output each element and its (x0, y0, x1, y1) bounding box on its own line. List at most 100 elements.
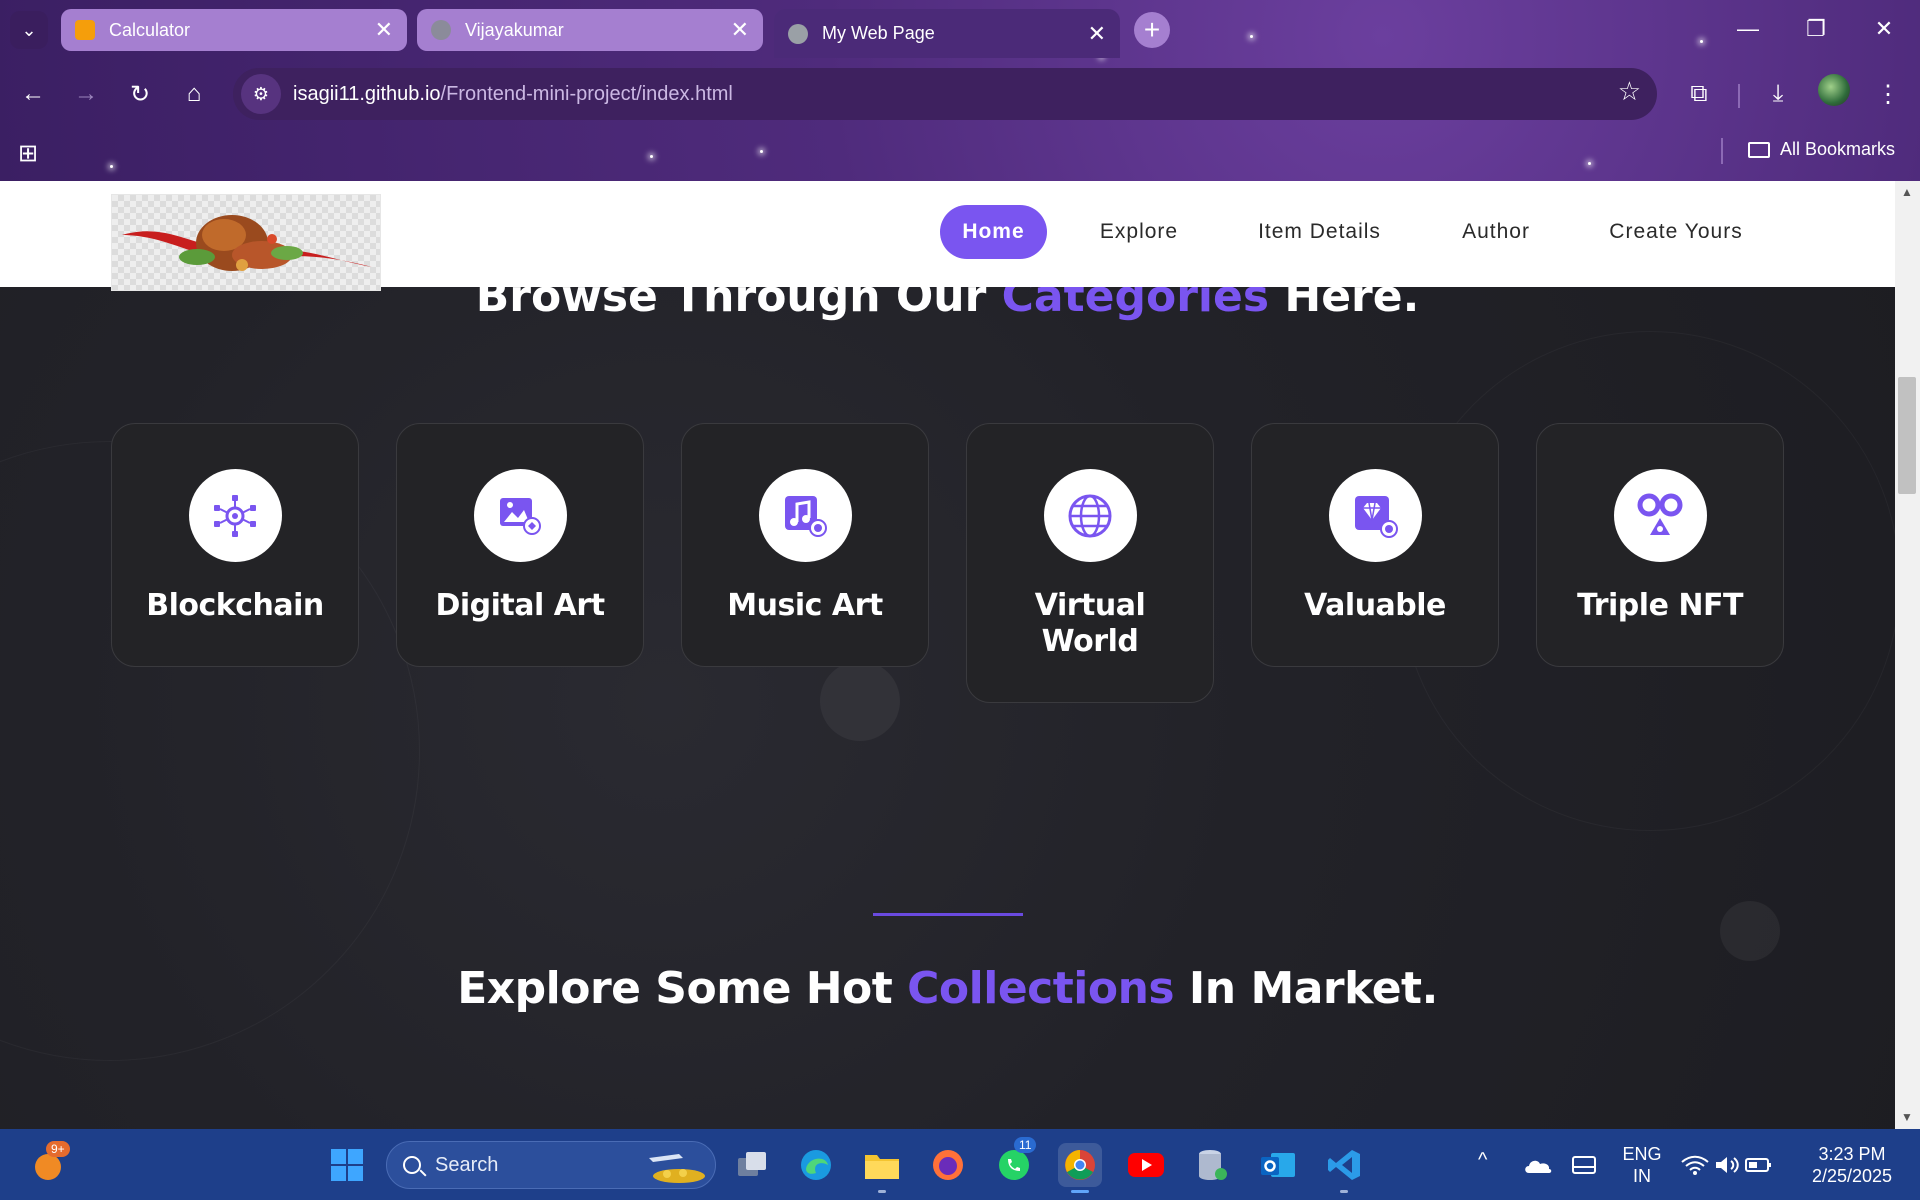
folder-icon (1748, 141, 1770, 158)
music-art-icon (785, 495, 827, 537)
search-icon (403, 1156, 421, 1174)
category-icon-circle (1043, 469, 1137, 562)
running-indicator (1071, 1190, 1089, 1193)
running-indicator (878, 1190, 886, 1193)
file-explorer-icon[interactable] (860, 1143, 904, 1193)
globe-icon (1068, 494, 1112, 537)
category-icon-circle (758, 469, 852, 562)
tab-strip: ⌄ Calculator ✕ Vijayakumar ✕ My Web Page… (0, 0, 1920, 58)
hot-collections-heading: Explore Some Hot Collections In Market. (457, 963, 1438, 1014)
all-bookmarks-button[interactable]: All Bookmarks (1748, 139, 1895, 160)
close-window-button[interactable]: ✕ (1850, 0, 1918, 58)
bookmark-star-icon[interactable]: ☆ (1618, 76, 1641, 107)
running-indicator (1340, 1190, 1348, 1193)
site-logo[interactable] (111, 194, 381, 291)
onedrive-icon[interactable] (1516, 1143, 1560, 1187)
category-label: Music Art (727, 588, 883, 623)
category-icon-circle (188, 469, 282, 562)
new-tab-button[interactable]: + (1134, 12, 1170, 48)
youtube-icon[interactable] (1124, 1143, 1168, 1187)
weather-widget-icon[interactable]: 9+ (26, 1141, 70, 1187)
roast-chicken-logo-image (122, 215, 372, 271)
category-card-digital-art[interactable]: Digital Art (396, 423, 644, 667)
category-label: Virtual World (1034, 588, 1146, 659)
wifi-volume-battery-icon (1681, 1155, 1771, 1175)
tab-vijayakumar[interactable]: Vijayakumar ✕ (417, 9, 763, 51)
chrome-icon[interactable] (1058, 1143, 1102, 1193)
url-text[interactable]: isagii11.github.io/Frontend-mini-project… (293, 83, 733, 106)
nav-create-yours[interactable]: Create Yours (1588, 205, 1764, 259)
extensions-icon[interactable]: ⧉ (1679, 74, 1719, 114)
tablet-mode-icon[interactable] (1562, 1143, 1606, 1187)
calculator-favicon-icon (75, 20, 95, 40)
apps-grid-icon[interactable]: ⊞ (18, 139, 38, 168)
show-hidden-icons-chevron-icon[interactable]: ^ (1478, 1149, 1487, 1171)
tab-calculator[interactable]: Calculator ✕ (61, 9, 407, 51)
whatsapp-badge: 11 (1014, 1137, 1037, 1153)
database-tool-icon[interactable] (1190, 1143, 1234, 1187)
background-sparkle (820, 661, 900, 741)
nav-home[interactable]: Home (940, 205, 1047, 259)
address-bar[interactable]: ⚙ isagii11.github.io/Frontend-mini-proje… (233, 68, 1657, 120)
category-card-blockchain[interactable]: Blockchain (111, 423, 359, 667)
firefox-icon[interactable] (926, 1143, 970, 1187)
digital-art-icon (500, 497, 541, 535)
language-indicator[interactable]: ENG IN (1618, 1143, 1666, 1187)
scroll-up-arrow[interactable]: ▲ (1900, 185, 1914, 199)
profile-avatar[interactable] (1818, 74, 1850, 106)
category-card-valuable[interactable]: Valuable (1251, 423, 1499, 667)
search-highlight-icon (649, 1154, 705, 1183)
category-icon-circle (1613, 469, 1707, 562)
task-view-icon[interactable] (730, 1143, 774, 1187)
outlook-icon[interactable] (1256, 1143, 1300, 1187)
browser-toolbar: ← → ↻ ⌂ ⚙ isagii11.github.io/Frontend-mi… (0, 58, 1920, 130)
vscode-icon[interactable] (1322, 1143, 1366, 1193)
globe-favicon-icon (788, 23, 808, 44)
page-scrollbar[interactable] (1895, 181, 1920, 1129)
category-label: Digital Art (435, 588, 605, 623)
close-tab-icon[interactable]: ✕ (731, 17, 749, 43)
category-label: Blockchain (146, 588, 324, 623)
close-tab-icon[interactable]: ✕ (375, 17, 393, 43)
category-card-virtual-world[interactable]: Virtual World (966, 423, 1214, 703)
globe-favicon-icon (431, 20, 451, 40)
reload-button[interactable]: ↻ (120, 74, 160, 114)
taskbar-search[interactable]: Search (386, 1141, 716, 1189)
nav-author[interactable]: Author (1440, 205, 1552, 259)
close-tab-icon[interactable]: ✕ (1088, 21, 1106, 47)
network-volume-battery-status[interactable] (1676, 1143, 1776, 1187)
clock[interactable]: 3:23 PM 2/25/2025 (1796, 1143, 1908, 1187)
category-card-music-art[interactable]: Music Art (681, 423, 929, 667)
nav-item-details[interactable]: Item Details (1232, 205, 1407, 259)
whatsapp-icon[interactable]: 11 (992, 1137, 1037, 1187)
minimize-button[interactable]: — (1714, 0, 1782, 58)
windows-start-icon[interactable] (325, 1143, 369, 1187)
home-button[interactable]: ⌂ (174, 74, 214, 114)
category-label: Triple NFT (1577, 588, 1743, 623)
restore-button[interactable]: ❐ (1782, 0, 1850, 58)
bookmarks-separator (1721, 138, 1723, 164)
site-header: Home Explore Item Details Author Create … (0, 181, 1895, 291)
diamond-icon (1355, 495, 1398, 538)
downloads-icon[interactable]: ⤓ (1758, 74, 1798, 114)
background-sparkle (1720, 901, 1780, 961)
windows-taskbar: 9+ Search 11 ^ ENG IN 3:23 PM 2/25/2025 (0, 1129, 1920, 1200)
scrollbar-thumb[interactable] (1898, 377, 1916, 494)
section-divider (873, 913, 1023, 916)
back-button[interactable]: ← (13, 74, 53, 114)
scroll-down-arrow[interactable]: ▼ (1900, 1110, 1914, 1124)
bookmarks-bar: ⊞ All Bookmarks (0, 130, 1920, 181)
nav-explore[interactable]: Explore (1080, 205, 1198, 259)
forward-button[interactable]: → (66, 74, 106, 114)
tab-my-web-page[interactable]: My Web Page ✕ (774, 9, 1120, 58)
category-icon-circle (1328, 469, 1422, 562)
category-card-triple-nft[interactable]: Triple NFT (1536, 423, 1784, 667)
category-label: Valuable (1304, 588, 1446, 623)
tab-search-button[interactable]: ⌄ (10, 11, 48, 49)
edge-browser-icon[interactable] (794, 1143, 838, 1187)
blockchain-icon (214, 494, 256, 537)
menu-icon[interactable]: ⋮ (1868, 74, 1908, 114)
site-info-icon[interactable]: ⚙ (241, 74, 281, 114)
category-icon-circle (473, 469, 567, 562)
browser-chrome: ⌄ Calculator ✕ Vijayakumar ✕ My Web Page… (0, 0, 1920, 181)
